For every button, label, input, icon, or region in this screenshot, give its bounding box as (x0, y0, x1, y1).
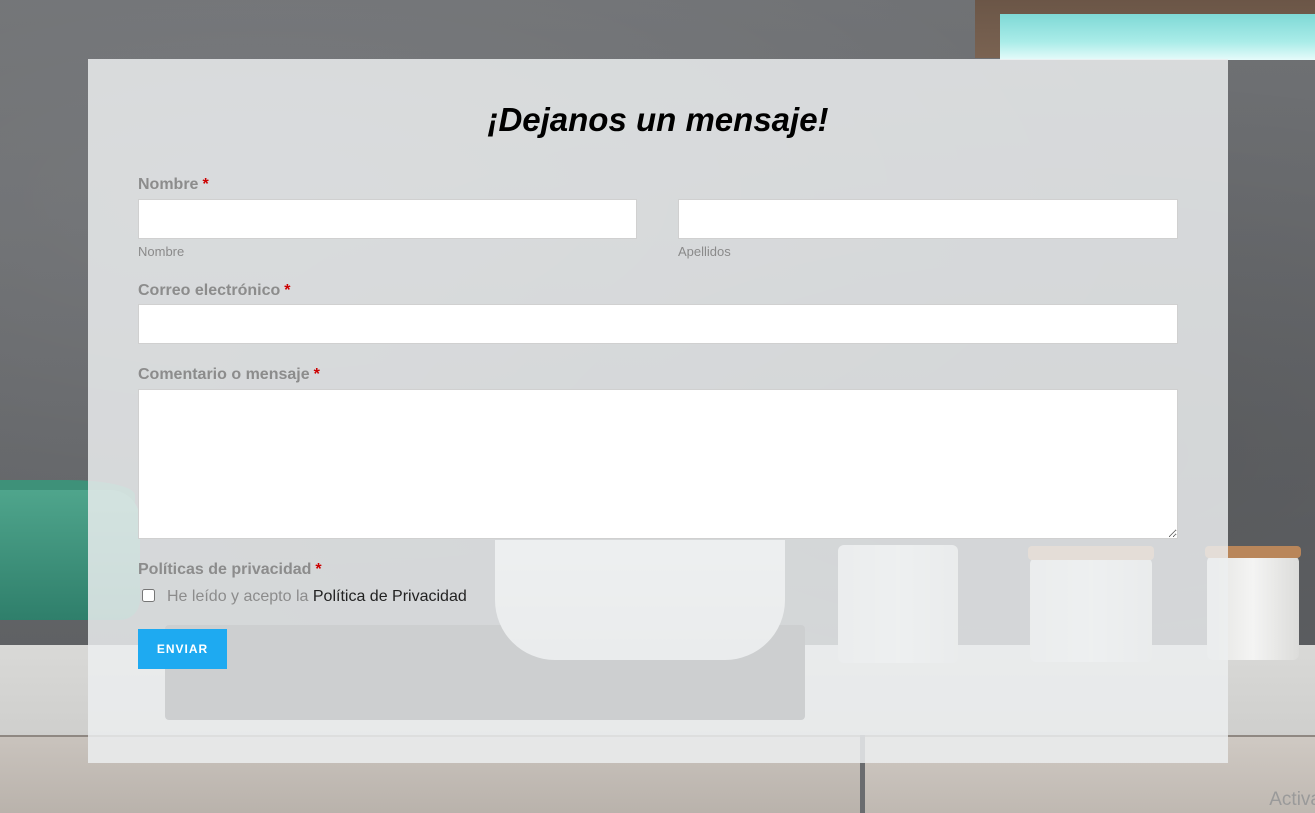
message-label: Comentario o mensaje * (138, 366, 320, 384)
required-marker: * (202, 176, 209, 193)
name-label-text: Nombre (138, 176, 199, 193)
required-marker: * (284, 282, 291, 299)
privacy-consent-text: He leído y acepto la (167, 588, 309, 605)
last-name-input[interactable] (678, 199, 1178, 239)
background-led-light (1000, 14, 1315, 60)
first-name-sublabel: Nombre (138, 244, 185, 259)
last-name-sublabel: Apellidos (678, 244, 731, 259)
email-label-text: Correo electrónico (138, 282, 281, 299)
name-label: Nombre * (138, 176, 209, 194)
privacy-consent: He leído y acepto la Política de Privaci… (167, 588, 467, 606)
email-input[interactable] (138, 304, 1178, 344)
required-marker: * (313, 366, 320, 383)
email-label: Correo electrónico * (138, 282, 291, 300)
privacy-policy-link[interactable]: Política de Privacidad (313, 588, 467, 605)
contact-form: ¡Dejanos un mensaje! Nombre * Nombre Apel… (88, 59, 1228, 763)
message-label-text: Comentario o mensaje (138, 366, 310, 383)
privacy-label-text: Políticas de privacidad (138, 561, 312, 578)
required-marker: * (315, 561, 322, 578)
privacy-label: Políticas de privacidad * (138, 561, 322, 579)
privacy-checkbox[interactable] (142, 589, 155, 602)
form-title: ¡Dejanos un mensaje! (487, 101, 829, 138)
submit-button[interactable]: ENVIAR (138, 629, 227, 669)
activation-watermark: Activa (1269, 789, 1315, 810)
message-textarea[interactable] (138, 389, 1178, 539)
first-name-input[interactable] (138, 199, 637, 239)
